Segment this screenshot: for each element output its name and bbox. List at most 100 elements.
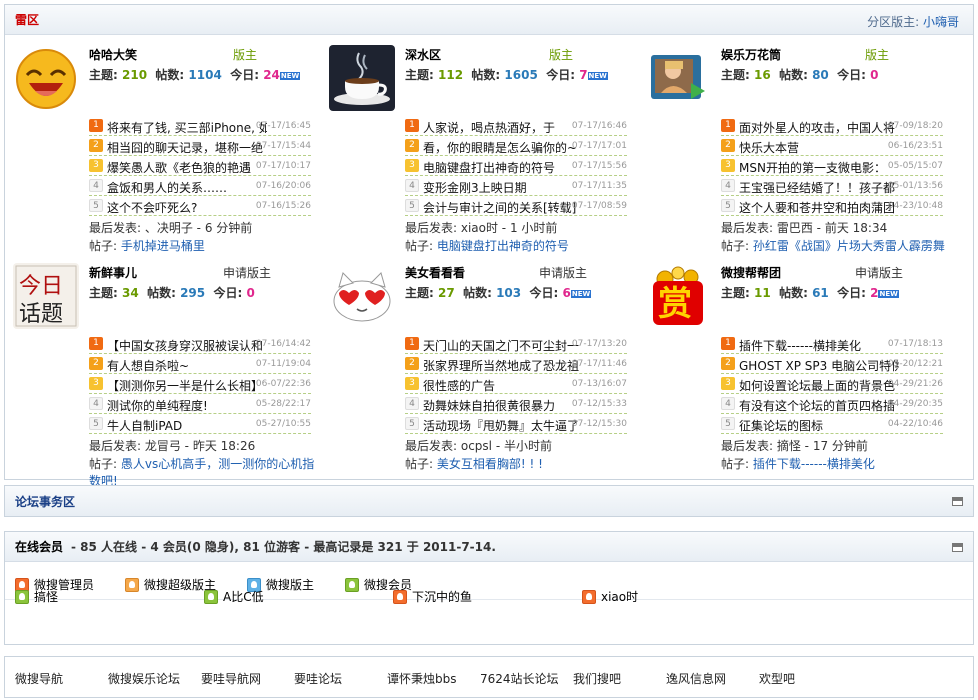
thread-title[interactable]: 【中国女孩身穿汉服被误认和 xyxy=(107,337,267,353)
thread-title[interactable]: 插件下载------横排美化 xyxy=(739,337,899,353)
thread-title[interactable]: 活动现场『甩奶舞』太牛逼了 xyxy=(423,417,583,433)
online-user[interactable]: xiao时 xyxy=(582,588,638,605)
thread-title[interactable]: 电脑键盘打出神奇的符号 xyxy=(423,159,583,175)
thread-title[interactable]: 快乐大本营 xyxy=(739,139,899,155)
today-topic-icon[interactable]: 今日 话题 xyxy=(13,263,79,329)
footer-link[interactable]: 要哇论坛 xyxy=(294,670,342,687)
collapse-icon[interactable] xyxy=(952,497,963,506)
thread-row[interactable]: 1 插件下载------横排美化 07-17/18:13 xyxy=(721,334,943,354)
thread-row[interactable]: 4 盒饭和男人的关系…… 07-16/20:06 xyxy=(89,176,311,196)
online-user[interactable]: A比C低 xyxy=(204,588,264,605)
thread-title[interactable]: 天门山的天国之门不可尘封一 xyxy=(423,337,583,353)
thread-row[interactable]: 1 面对外星人的攻击，中国人将 07-09/18:20 xyxy=(721,116,943,136)
thread-row[interactable]: 2 看，你的眼睛是怎么骗你的~ 07-17/17:01 xyxy=(405,136,627,156)
thread-row[interactable]: 3 电脑键盘打出神奇的符号 07-17/15:56 xyxy=(405,156,627,176)
thread-row[interactable]: 5 这个不会吓死么? 07-16/15:26 xyxy=(89,196,311,216)
thread-title[interactable]: 很性感的广告 xyxy=(423,377,583,393)
footer-link[interactable]: 7624站长论坛 xyxy=(480,670,559,687)
coffee-cup-icon[interactable] xyxy=(329,45,395,111)
forum-name[interactable]: 娱乐万花筒 xyxy=(721,46,781,63)
thread-title[interactable]: 有人想自杀啦~ xyxy=(107,357,267,373)
footer-link[interactable]: 谭怀秉烛bbs xyxy=(387,670,457,687)
thread-row[interactable]: 5 征集论坛的图标 04-22/10:46 xyxy=(721,414,943,434)
thread-title[interactable]: 牛人自制iPAD xyxy=(107,417,267,433)
footer-link[interactable]: 欢型吧 xyxy=(759,670,795,687)
thread-title[interactable]: MSN开拍的第一支微电影： xyxy=(739,159,899,175)
latest-topic-link[interactable]: 电脑键盘打出神奇的符号 xyxy=(437,239,569,253)
forum-name[interactable]: 新鲜事儿 xyxy=(89,264,137,281)
thread-title[interactable]: 变形金刚3上映日期 xyxy=(423,179,583,195)
thread-title[interactable]: 【测测你另一半是什么长相】 xyxy=(107,377,267,393)
online-title[interactable]: 在线会员 xyxy=(15,538,63,555)
section-title[interactable]: 雷区 xyxy=(15,11,39,28)
thread-title[interactable]: GHOST XP SP3 电脑公司特供 xyxy=(739,357,899,373)
footer-link[interactable]: 微搜导航 xyxy=(15,670,63,687)
thread-row[interactable]: 2 相当囧的聊天记录，堪称一绝 07-17/15:44 xyxy=(89,136,311,156)
thread-row[interactable]: 5 牛人自制iPAD 05-27/10:55 xyxy=(89,414,311,434)
thread-row[interactable]: 4 劲舞妹妹自拍很黄很暴力 07-12/15:33 xyxy=(405,394,627,414)
footer-link[interactable]: 逸风信息网 xyxy=(666,670,726,687)
thread-row[interactable]: 5 活动现场『甩奶舞』太牛逼了 07-12/15:30 xyxy=(405,414,627,434)
thread-title[interactable]: 盒饭和男人的关系…… xyxy=(107,179,267,195)
thread-title[interactable]: 征集论坛的图标 xyxy=(739,417,899,433)
thread-row[interactable]: 3 爆笑愚人歌《老色狼的艳遇 07-17/10:17 xyxy=(89,156,311,176)
thread-row[interactable]: 4 有没有这个论坛的首页四格插 04-29/20:35 xyxy=(721,394,943,414)
thread-title[interactable]: 人家说，喝点热酒好，于 xyxy=(423,119,583,135)
thread-row[interactable]: 2 GHOST XP SP3 电脑公司特供 05-20/12:21 xyxy=(721,354,943,374)
thread-row[interactable]: 3 【测测你另一半是什么长相】 06-07/22:36 xyxy=(89,374,311,394)
thread-title[interactable]: 相当囧的聊天记录，堪称一绝 xyxy=(107,139,267,155)
online-username[interactable]: xiao时 xyxy=(601,588,638,605)
heart-eyes-cat-icon[interactable] xyxy=(329,263,395,329)
thread-row[interactable]: 1 天门山的天国之门不可尘封一 07-17/13:20 xyxy=(405,334,627,354)
thread-row[interactable]: 1 人家说，喝点热酒好，于 07-17/16:46 xyxy=(405,116,627,136)
online-username[interactable]: 下沉中的鱼 xyxy=(412,588,472,605)
thread-row[interactable]: 4 测试你的单纯程度! 05-28/22:17 xyxy=(89,394,311,414)
thread-row[interactable]: 5 会计与审计之间的关系[转载] 07-17/08:59 xyxy=(405,196,627,216)
latest-topic-link[interactable]: 美女互相看胸部! ! ! xyxy=(437,457,543,471)
forum-moderator[interactable]: 版主 xyxy=(233,46,257,63)
forum-name[interactable]: 美女看看看 xyxy=(405,264,465,281)
thread-title[interactable]: 爆笑愚人歌《老色狼的艳遇 xyxy=(107,159,267,175)
thread-title[interactable]: 如何设置论坛最上面的背景色 xyxy=(739,377,899,393)
thread-row[interactable]: 5 这个人要和苍井空和拍肉蒲团 04-23/10:48 xyxy=(721,196,943,216)
thread-row[interactable]: 3 如何设置论坛最上面的背景色 04-29/21:26 xyxy=(721,374,943,394)
footer-link[interactable]: 微搜娱乐论坛 xyxy=(108,670,180,687)
forum-moderator[interactable]: 版主 xyxy=(549,46,573,63)
forum-name[interactable]: 深水区 xyxy=(405,46,441,63)
online-username[interactable]: A比C低 xyxy=(223,588,264,605)
thread-row[interactable]: 3 很性感的广告 07-13/16:07 xyxy=(405,374,627,394)
collapse-icon[interactable] xyxy=(952,543,963,552)
affairs-title[interactable]: 论坛事务区 xyxy=(15,493,75,510)
thread-title[interactable]: 面对外星人的攻击，中国人将 xyxy=(739,119,899,135)
online-user[interactable]: 搞怪 xyxy=(15,588,58,605)
laughing-face-icon[interactable] xyxy=(13,45,79,111)
footer-link[interactable]: 要哇导航网 xyxy=(201,670,261,687)
thread-row[interactable]: 4 王宝强已经结婚了！！孩子都 05-01/13:56 xyxy=(721,176,943,196)
thread-title[interactable]: 会计与审计之间的关系[转载] xyxy=(423,199,583,215)
forum-moderator[interactable]: 版主 xyxy=(865,46,889,63)
latest-topic-link[interactable]: 插件下载------横排美化 xyxy=(753,457,875,471)
thread-title[interactable]: 看，你的眼睛是怎么骗你的~ xyxy=(423,139,583,155)
thread-title[interactable]: 王宝强已经结婚了！！孩子都 xyxy=(739,179,899,195)
footer-link[interactable]: 我们搜吧 xyxy=(573,670,621,687)
thread-title[interactable]: 张家界理所当然地成了恐龙祖 xyxy=(423,357,583,373)
latest-topic-link[interactable]: 孙红雷《战国》片场大秀雷人霹雳舞 xyxy=(753,239,945,253)
forum-moderator[interactable]: 申请版主 xyxy=(223,264,271,281)
latest-topic-link[interactable]: 手机掉进马桶里 xyxy=(121,239,205,253)
thread-row[interactable]: 3 MSN开拍的第一支微电影： 05-05/15:07 xyxy=(721,156,943,176)
thread-title[interactable]: 劲舞妹妹自拍很黄很暴力 xyxy=(423,397,583,413)
thread-row[interactable]: 2 张家界理所当然地成了恐龙祖 07-17/11:46 xyxy=(405,354,627,374)
latest-topic-link[interactable]: 愚人vs心机高手，测一测你的心机指数吧! xyxy=(89,457,314,488)
thread-title[interactable]: 这个人要和苍井空和拍肉蒲团 xyxy=(739,199,899,215)
thread-row[interactable]: 1 【中国女孩身穿汉服被误认和 07-16/14:42 xyxy=(89,334,311,354)
thread-row[interactable]: 1 将来有了钱, 买三部iPhone, 如 07-17/16:45 xyxy=(89,116,311,136)
online-user[interactable]: 下沉中的鱼 xyxy=(393,588,472,605)
thread-title[interactable]: 测试你的单纯程度! xyxy=(107,397,267,413)
thread-row[interactable]: 2 有人想自杀啦~ 07-11/19:04 xyxy=(89,354,311,374)
forum-name[interactable]: 微搜帮帮团 xyxy=(721,264,781,281)
thread-title[interactable]: 将来有了钱, 买三部iPhone, 如 xyxy=(107,119,267,135)
reward-coins-icon[interactable]: 赏 xyxy=(645,263,711,329)
mod-name-link[interactable]: 小嗨哥 xyxy=(923,15,959,29)
thread-row[interactable]: 2 快乐大本营 06-16/23:51 xyxy=(721,136,943,156)
media-player-icon[interactable] xyxy=(645,45,711,111)
